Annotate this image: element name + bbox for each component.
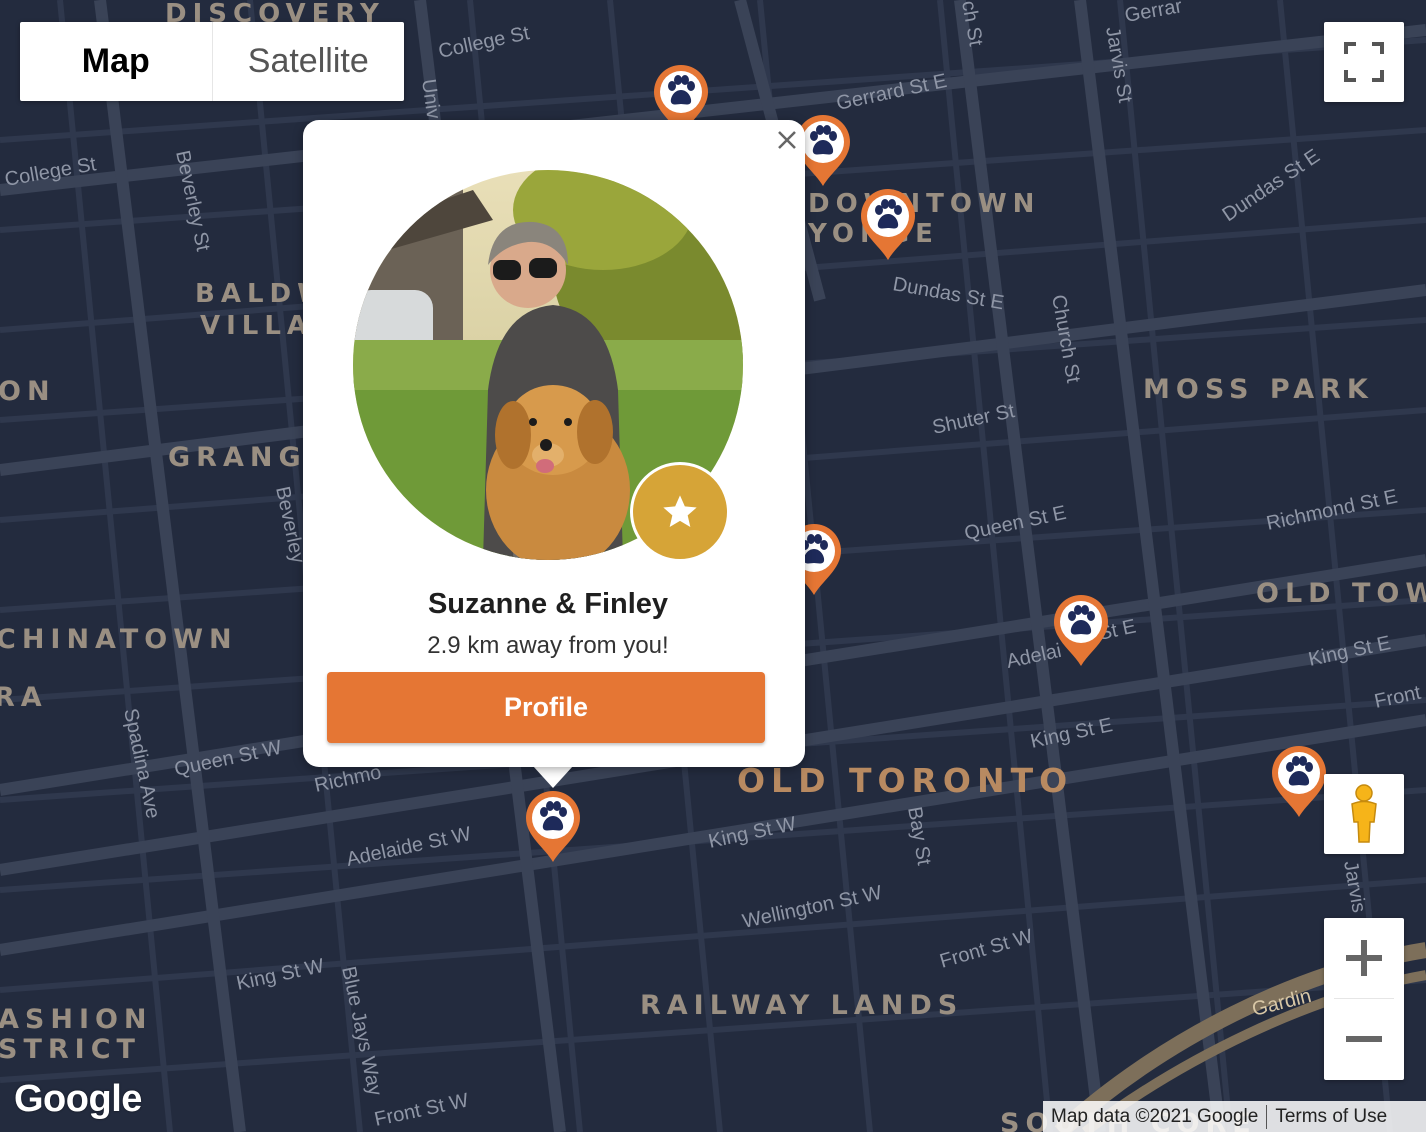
distance-text: 2.9 km away from you! xyxy=(427,632,669,659)
close-popup-button[interactable] xyxy=(773,126,801,154)
popup-tail xyxy=(533,766,573,788)
district-ra: RA xyxy=(0,682,48,713)
zoom-out-button[interactable] xyxy=(1324,999,1404,1079)
marker-info-window: Suzanne & Finley 2.9 km away from you! P… xyxy=(303,120,805,767)
star-icon xyxy=(663,495,697,527)
district-chinatown: CHINATOWN xyxy=(0,624,238,655)
district-moss-park: MOSS PARK xyxy=(1143,374,1374,405)
favorite-star-badge[interactable] xyxy=(630,462,730,562)
district-downtown-1: DOWNTOWN xyxy=(808,189,1040,219)
district-on: ON xyxy=(0,376,56,407)
district-railway-lands: RAILWAY LANDS xyxy=(640,990,963,1021)
map-attribution: Map data ©2021 Google Terms of Use xyxy=(1043,1101,1426,1132)
map-type-map-button[interactable]: Map xyxy=(20,22,212,101)
zoom-control xyxy=(1324,918,1404,1080)
district-old-town: OLD TOW xyxy=(1256,578,1426,609)
terms-of-use-link[interactable]: Terms of Use xyxy=(1267,1106,1395,1128)
fullscreen-icon xyxy=(1344,42,1384,82)
district-grange: GRANG xyxy=(168,442,307,473)
map-type-satellite-button[interactable]: Satellite xyxy=(213,22,405,101)
google-logo: Google xyxy=(14,1078,142,1120)
zoom-in-button[interactable] xyxy=(1324,918,1404,998)
map-data-text: Map data ©2021 Google xyxy=(1051,1105,1259,1127)
street-view-pegman-button[interactable] xyxy=(1324,774,1404,854)
profile-button[interactable]: Profile xyxy=(327,672,765,743)
plus-icon xyxy=(1346,940,1382,976)
profile-photo-container xyxy=(353,170,743,562)
pegman-icon xyxy=(1351,784,1377,843)
close-icon xyxy=(778,131,796,149)
district-baldwin-2: VILLA xyxy=(200,311,313,341)
district-fashion-2: STRICT xyxy=(0,1034,141,1065)
district-fashion-1: ASHION xyxy=(0,1004,153,1035)
owner-dog-name: Suzanne & Finley xyxy=(427,588,669,620)
fullscreen-button[interactable] xyxy=(1324,22,1404,102)
minus-icon xyxy=(1346,1036,1382,1042)
map-type-control: Map Satellite xyxy=(20,22,404,101)
